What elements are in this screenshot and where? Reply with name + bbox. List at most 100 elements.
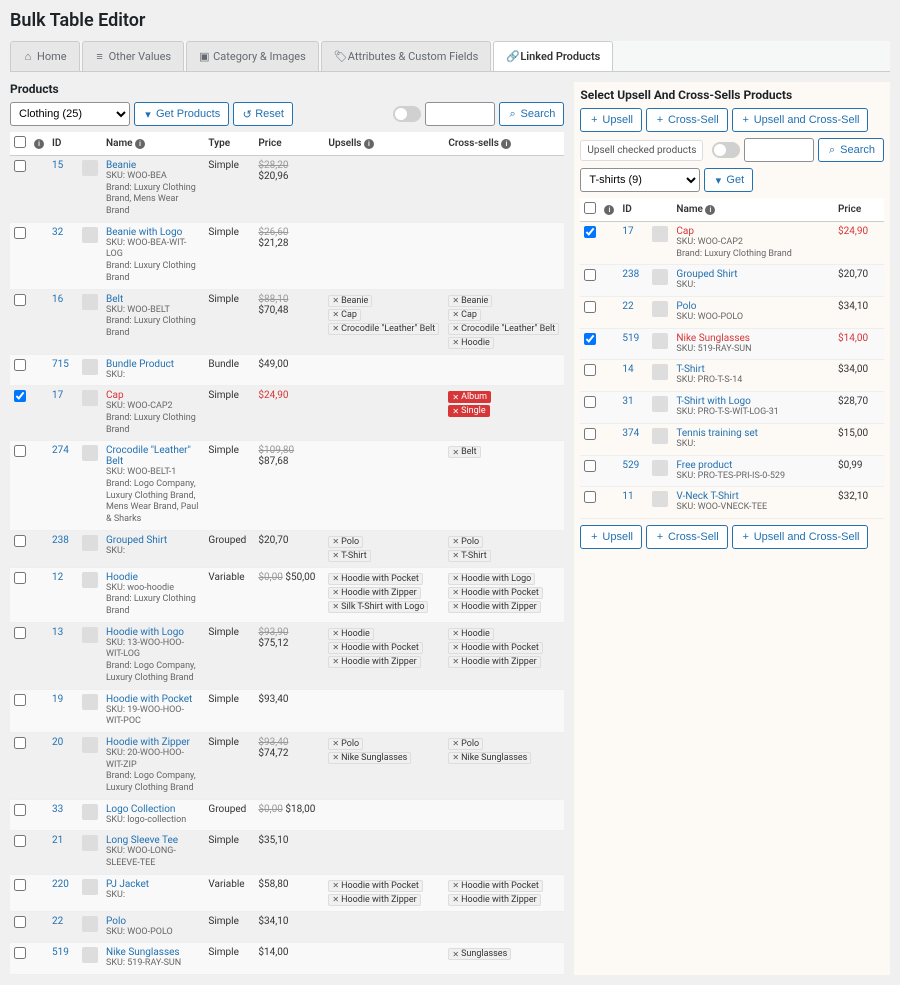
row-checkbox[interactable] [14, 947, 26, 959]
row-id[interactable]: 33 [52, 804, 63, 815]
product-name[interactable]: Logo Collection [106, 804, 175, 815]
row-checkbox[interactable] [14, 694, 26, 706]
col-name[interactable]: Name i [102, 132, 204, 156]
right-search-input[interactable] [744, 138, 814, 162]
tag[interactable]: ✕Beanie [448, 295, 492, 307]
row-checkbox[interactable] [584, 428, 596, 440]
row-checkbox[interactable] [14, 160, 26, 172]
product-name[interactable]: Nike Sunglasses [676, 333, 750, 344]
tag[interactable]: ✕Hoodie with Pocket [448, 587, 542, 599]
upsell-button[interactable]: +Upsell [580, 108, 642, 132]
product-name[interactable]: Bundle Product [106, 359, 174, 370]
col-type[interactable]: Type [204, 132, 254, 156]
tag[interactable]: ✕Nike Sunglasses [448, 752, 531, 764]
remove-icon[interactable]: ✕ [332, 574, 339, 583]
row-checkbox[interactable] [14, 835, 26, 847]
tag[interactable]: ✕Hoodie with Pocket [448, 880, 542, 892]
upsell-button-bottom[interactable]: +Upsell [580, 525, 642, 549]
product-name[interactable]: Crocodile "Leather" Belt [106, 445, 191, 467]
row-id[interactable]: 13 [52, 627, 63, 638]
product-name[interactable]: Cap [106, 390, 124, 401]
row-checkbox[interactable] [584, 333, 596, 345]
toggle[interactable] [712, 142, 740, 158]
row-checkbox[interactable] [14, 627, 26, 639]
tag[interactable]: ✕Cap [448, 309, 481, 321]
row-id[interactable]: 238 [52, 535, 69, 546]
get-button[interactable]: ▾Get [704, 168, 753, 192]
col-name[interactable]: Name i [672, 198, 834, 222]
tag[interactable]: ✕Hoodie with Pocket [448, 642, 542, 654]
row-id[interactable]: 22 [52, 916, 63, 927]
remove-icon[interactable]: ✕ [332, 629, 339, 638]
row-id[interactable]: 16 [52, 294, 63, 305]
remove-icon[interactable]: ✕ [452, 753, 459, 762]
tag[interactable]: ✕Polo [448, 536, 483, 548]
row-id[interactable]: 31 [622, 396, 633, 407]
row-id[interactable]: 238 [622, 269, 639, 280]
row-checkbox[interactable] [584, 364, 596, 376]
right-search-button[interactable]: ⌕Search [818, 138, 884, 162]
tag[interactable]: ✕T-Shirt [448, 550, 490, 562]
remove-icon[interactable]: ✕ [332, 753, 339, 762]
row-id[interactable]: 519 [52, 947, 69, 958]
product-name[interactable]: Grouped Shirt [676, 269, 737, 280]
tag[interactable]: ✕Polo [328, 536, 363, 548]
toggle[interactable] [393, 106, 421, 122]
row-checkbox[interactable] [584, 460, 596, 472]
row-checkbox[interactable] [14, 916, 26, 928]
col-cross[interactable]: Cross-sells i [444, 132, 564, 156]
remove-icon[interactable]: ✕ [452, 895, 459, 904]
remove-icon[interactable]: ✕ [332, 324, 339, 333]
remove-icon[interactable]: ✕ [452, 739, 459, 748]
tag[interactable]: ✕Hoodie [448, 628, 493, 640]
tag[interactable]: ✕Hoodie with Zipper [328, 587, 420, 599]
row-checkbox[interactable] [584, 226, 596, 238]
tag[interactable]: ✕Silk T-Shirt with Logo [328, 601, 428, 613]
row-id[interactable]: 14 [622, 364, 633, 375]
row-checkbox[interactable] [14, 445, 26, 457]
remove-icon[interactable]: ✕ [332, 537, 339, 546]
tag[interactable]: ✕Polo [448, 738, 483, 750]
upsell-cross-button-bottom[interactable]: +Upsell and Cross-Sell [732, 525, 869, 549]
product-name[interactable]: Hoodie with Logo [106, 627, 184, 638]
row-id[interactable]: 32 [52, 227, 63, 238]
row-checkbox[interactable] [14, 572, 26, 584]
row-checkbox[interactable] [14, 294, 26, 306]
row-id[interactable]: 529 [622, 460, 639, 471]
tag[interactable]: ✕Hoodie with Pocket [328, 880, 422, 892]
search-button[interactable]: ⌕Search [499, 102, 565, 126]
row-id[interactable]: 715 [52, 359, 69, 370]
product-name[interactable]: Polo [106, 916, 126, 927]
col-id[interactable]: ID [48, 132, 78, 156]
tab-category-images[interactable]: ▣Category & Images [186, 41, 319, 71]
row-checkbox[interactable] [14, 535, 26, 547]
product-name[interactable]: Polo [676, 301, 696, 312]
remove-icon[interactable]: ✕ [452, 324, 459, 333]
row-checkbox[interactable] [584, 269, 596, 281]
product-name[interactable]: T-Shirt [676, 364, 704, 375]
tag[interactable]: ✕Hoodie with Logo [448, 573, 535, 585]
row-id[interactable]: 20 [52, 737, 63, 748]
remove-icon[interactable]: ✕ [332, 881, 339, 890]
category-select[interactable]: Clothing (25) [10, 102, 130, 126]
product-name[interactable]: Free product [676, 460, 732, 471]
row-checkbox[interactable] [584, 301, 596, 313]
tag[interactable]: ✕Crocodile "Leather" Belt [328, 323, 439, 335]
product-name[interactable]: Beanie [106, 160, 136, 171]
remove-icon[interactable]: ✕ [332, 739, 339, 748]
col-upsells[interactable]: Upsells i [324, 132, 444, 156]
remove-icon[interactable]: ✕ [332, 643, 339, 652]
get-products-button[interactable]: ▾Get Products [134, 102, 229, 126]
remove-icon[interactable]: ✕ [452, 310, 459, 319]
product-name[interactable]: Tennis training set [676, 428, 758, 439]
row-id[interactable]: 519 [622, 333, 639, 344]
row-checkbox[interactable] [14, 227, 26, 239]
cross-sell-button[interactable]: +Cross-Sell [646, 108, 728, 132]
remove-icon[interactable]: ✕ [332, 551, 339, 560]
product-name[interactable]: Long Sleeve Tee [106, 835, 178, 846]
row-checkbox[interactable] [584, 491, 596, 503]
row-id[interactable]: 22 [622, 301, 633, 312]
remove-icon[interactable]: ✕ [332, 588, 339, 597]
remove-icon[interactable]: ✕ [332, 310, 339, 319]
tag[interactable]: ✕Beanie [328, 295, 372, 307]
